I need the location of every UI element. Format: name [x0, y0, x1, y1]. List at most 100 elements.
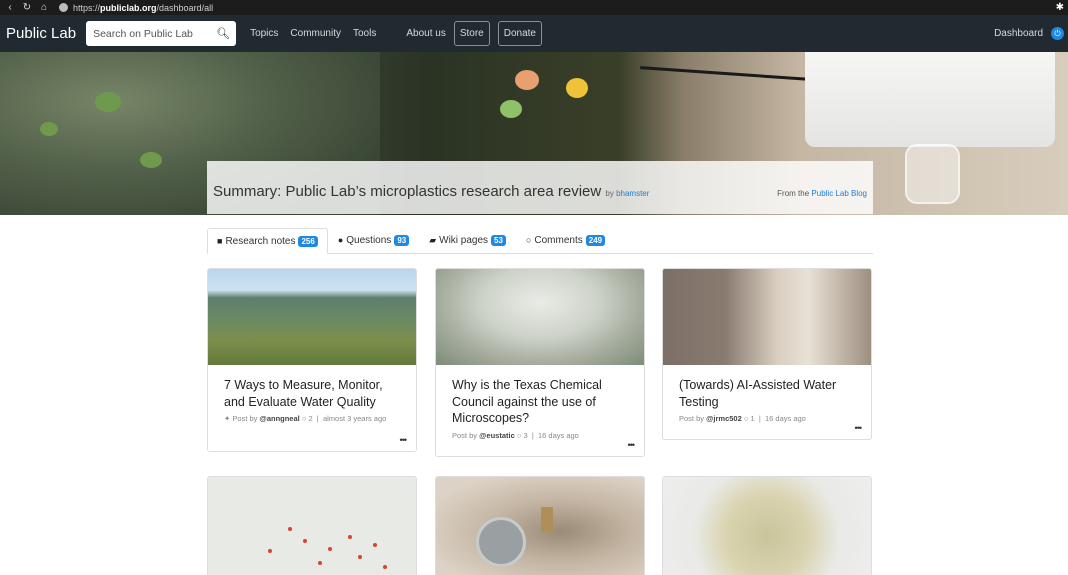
hero-banner: Summary: Public Lab’s microplastics rese…: [0, 52, 1068, 215]
nav-about-us[interactable]: About us: [406, 28, 445, 39]
hero-flower: [500, 100, 522, 118]
more-options-icon[interactable]: •••: [628, 440, 636, 450]
search-icon[interactable]: 🔍︎: [212, 27, 234, 40]
tab-comments[interactable]: ○ Comments 249: [516, 227, 615, 253]
thumb-jar: [476, 517, 526, 567]
url-path: /dashboard/all: [156, 2, 214, 13]
book-icon: ▰: [429, 234, 437, 245]
card-thumbnail[interactable]: [436, 269, 644, 365]
card-time: almost 3 years ago: [322, 414, 387, 423]
comment-count-icon: ○: [743, 414, 749, 423]
meta-prefix: Post by: [679, 414, 705, 423]
comment-count-icon: ○: [301, 414, 307, 423]
meta-prefix: Post by: [452, 430, 478, 440]
comment-count-icon: ○: [516, 430, 522, 440]
tab-wiki-pages[interactable]: ▰ Wiki pages 53: [419, 227, 516, 253]
hero-title-text[interactable]: Summary: Public Lab’s microplastics rese…: [213, 183, 601, 200]
note-card[interactable]: [207, 476, 417, 575]
card-thumbnail-map[interactable]: [208, 477, 416, 575]
card-thumbnail[interactable]: [436, 477, 644, 575]
map-marker: [268, 549, 272, 553]
hero-title[interactable]: Summary: Public Lab’s microplastics rese…: [213, 183, 649, 200]
note-card[interactable]: 7 Ways to Measure, Monitor, and Evaluate…: [207, 268, 417, 452]
card-title[interactable]: (Towards) AI-Assisted Water Testing: [679, 377, 855, 410]
hero-source: From the Public Lab Blog: [777, 189, 867, 198]
site-navbar: Public Lab 🔍︎ Topics Community Tools Abo…: [0, 15, 1068, 52]
tab-label: Comments: [534, 234, 583, 246]
tab-research-notes[interactable]: ■ Research notes 256: [207, 228, 328, 254]
more-options-icon[interactable]: •••: [855, 423, 863, 433]
browser-toolbar: ‹ ↻ ⌂ https://publiclab.org/dashboard/al…: [0, 0, 1068, 15]
hero-source-link[interactable]: Public Lab Blog: [811, 189, 867, 198]
pin-icon: ✦: [224, 414, 231, 423]
question-circle-icon: ●: [337, 235, 344, 245]
content-tabs: ■ Research notes 256 ● Questions 93 ▰ Wi…: [207, 228, 873, 254]
power-icon[interactable]: ⏻: [1051, 27, 1064, 40]
search-box: 🔍︎: [86, 21, 237, 46]
map-marker: [383, 565, 387, 569]
hero-source-prefix: From the: [777, 189, 810, 198]
url-prefix: https://: [73, 2, 101, 13]
note-card[interactable]: [435, 476, 645, 575]
card-meta: ✦ Post by @anngneal ○ 2 | almost 3 years…: [224, 414, 387, 423]
url-host: publiclab.org: [100, 2, 157, 13]
map-marker: [373, 543, 377, 547]
address-bar[interactable]: https://publiclab.org/dashboard/all: [59, 3, 213, 13]
hero-byline: by bhamster: [605, 189, 649, 198]
count-badge: 256: [298, 235, 318, 247]
search-input[interactable]: [86, 22, 213, 45]
home-icon[interactable]: ⌂: [37, 2, 51, 13]
count-badge: 249: [585, 234, 606, 246]
hero-flower: [515, 70, 539, 90]
donate-button[interactable]: Donate: [497, 21, 542, 46]
nav-tools[interactable]: Tools: [353, 28, 376, 39]
map-marker: [288, 527, 292, 531]
map-marker: [318, 561, 322, 565]
comment-count: 2: [308, 414, 313, 423]
map-marker: [328, 547, 332, 551]
note-card[interactable]: (Towards) AI-Assisted Water Testing Post…: [662, 268, 872, 440]
count-badge: 53: [491, 234, 506, 246]
card-thumbnail[interactable]: [663, 269, 871, 365]
comment-count: 1: [750, 414, 755, 423]
more-options-icon[interactable]: •••: [400, 435, 408, 445]
tab-label: Research notes: [225, 235, 296, 247]
hero-leaf: [95, 92, 121, 112]
hero-author-link[interactable]: bhamster: [616, 189, 649, 198]
extensions-icon[interactable]: ✱: [1056, 2, 1064, 13]
card-author[interactable]: @anngneal: [260, 414, 300, 423]
thumb-faucet: [541, 507, 553, 532]
note-card[interactable]: [662, 476, 872, 575]
card-meta: Post by @jrmc502 ○ 1 | 16 days ago: [679, 414, 806, 423]
file-icon: ■: [217, 236, 223, 246]
card-thumbnail[interactable]: [208, 269, 416, 365]
hero-leaf: [140, 152, 162, 168]
reload-icon[interactable]: ↻: [20, 2, 34, 13]
hero-cable: [640, 66, 810, 81]
hero-flower: [566, 78, 588, 98]
back-icon[interactable]: ‹: [3, 2, 17, 13]
nav-topics[interactable]: Topics: [250, 28, 278, 39]
card-meta: Post by @eustatic ○ 3 | 16 days ago: [452, 430, 579, 440]
card-title[interactable]: 7 Ways to Measure, Monitor, and Evaluate…: [224, 377, 400, 410]
brand-logo[interactable]: Public Lab: [6, 25, 76, 42]
card-title[interactable]: Why is the Texas Chemical Council agains…: [452, 377, 628, 427]
card-author[interactable]: @jrmc502: [706, 414, 742, 423]
meta-prefix: Post by: [232, 414, 258, 423]
note-card[interactable]: Why is the Texas Chemical Council agains…: [435, 268, 645, 457]
tab-label: Questions: [346, 234, 392, 246]
map-marker: [348, 535, 352, 539]
comment-count: 3: [523, 430, 528, 440]
hero-cup: [905, 144, 960, 204]
nav-dashboard[interactable]: Dashboard: [994, 28, 1043, 39]
card-author[interactable]: @eustatic: [479, 431, 515, 440]
hero-caption: Summary: Public Lab’s microplastics rese…: [207, 161, 873, 214]
card-thumbnail[interactable]: [663, 477, 871, 575]
comment-icon: ○: [525, 235, 532, 245]
site-info-icon[interactable]: [59, 3, 68, 12]
store-button[interactable]: Store: [453, 21, 490, 46]
count-badge: 93: [394, 234, 410, 246]
nav-community[interactable]: Community: [290, 28, 341, 39]
map-marker: [358, 555, 362, 559]
tab-questions[interactable]: ● Questions 93: [328, 227, 419, 253]
